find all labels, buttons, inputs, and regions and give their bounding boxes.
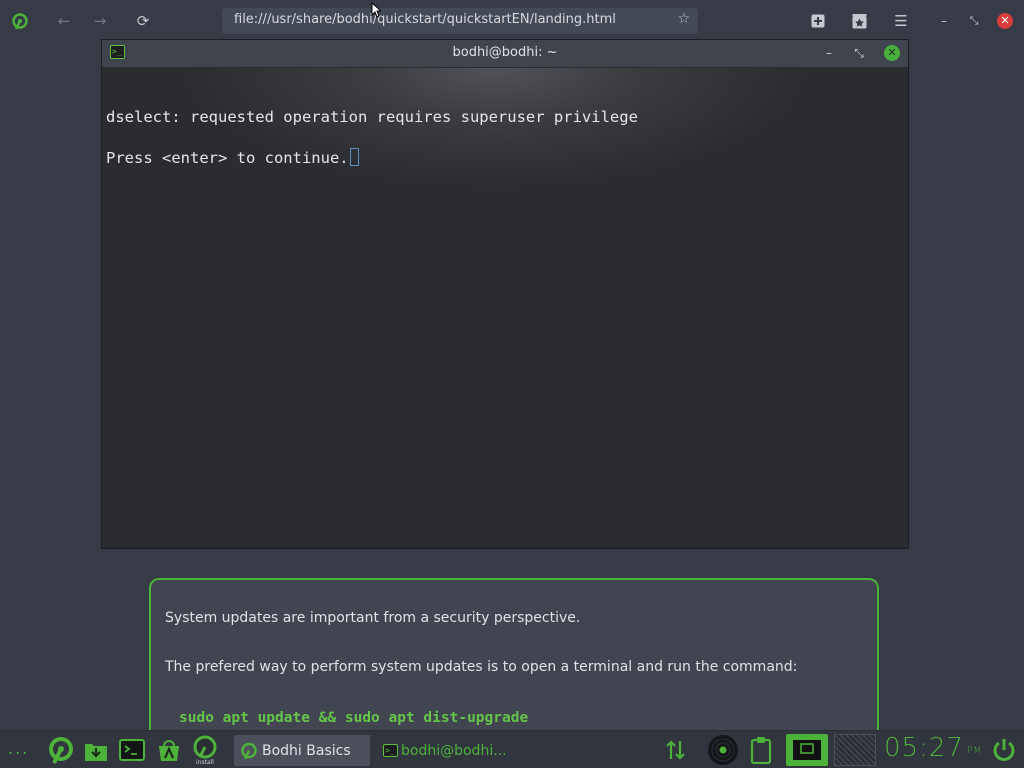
bodhi-logo-icon[interactable] bbox=[7, 8, 33, 34]
close-icon[interactable]: ✕ bbox=[884, 45, 900, 61]
terminal-window[interactable]: >_ bodhi@bodhi: ~ – ⤡ ✕ dselect: request… bbox=[101, 39, 909, 549]
card-paragraph: The prefered way to perform system updat… bbox=[165, 659, 798, 675]
clock-ampm: PM bbox=[966, 746, 983, 756]
minimize-icon[interactable]: – bbox=[821, 45, 837, 61]
install-label: install bbox=[196, 758, 214, 766]
menu-icon[interactable]: ☰ bbox=[888, 8, 914, 34]
power-icon[interactable] bbox=[990, 736, 1018, 764]
taskbar-menu-dots[interactable]: ... bbox=[8, 739, 29, 758]
reload-icon[interactable]: ⟳ bbox=[130, 8, 156, 34]
minimize-icon[interactable]: – bbox=[931, 8, 957, 34]
url-bar[interactable]: file:///usr/share/bodhi/quickstart/quick… bbox=[222, 8, 698, 34]
network-icon[interactable] bbox=[664, 737, 688, 763]
install-button[interactable]: install bbox=[190, 732, 220, 768]
bodhi-logo-icon bbox=[241, 742, 257, 760]
desktop-pager-inactive[interactable] bbox=[834, 734, 876, 766]
clock-time: 05:27 bbox=[884, 733, 964, 763]
terminal-line: Press <enter> to continue. bbox=[106, 149, 349, 167]
update-command: sudo apt update && sudo apt dist-upgrade bbox=[179, 710, 529, 726]
url-text[interactable]: file:///usr/share/bodhi/quickstart/quick… bbox=[234, 12, 616, 27]
terminal-output[interactable]: dselect: requested operation requires su… bbox=[105, 68, 905, 546]
back-arrow-icon[interactable]: ← bbox=[51, 8, 77, 34]
clipboard-icon[interactable] bbox=[748, 734, 774, 766]
terminal-line: dselect: requested operation requires su… bbox=[106, 108, 638, 126]
bookmark-star-icon[interactable]: ☆ bbox=[677, 11, 690, 27]
card-paragraph: System updates are important from a secu… bbox=[165, 610, 581, 626]
terminal-titlebar[interactable]: >_ bodhi@bodhi: ~ – ⤡ ✕ bbox=[102, 40, 908, 67]
task-terminal[interactable]: >_ bodhi@bodhi... bbox=[380, 735, 520, 766]
forward-arrow-icon[interactable]: → bbox=[87, 8, 113, 34]
mouse-cursor bbox=[371, 1, 383, 22]
browser-toolbar: ← → ⟳ file:///usr/share/bodhi/quickstart… bbox=[0, 0, 1024, 42]
terminal-icon[interactable] bbox=[118, 737, 146, 763]
new-tab-icon[interactable] bbox=[805, 8, 831, 34]
bookmarks-icon[interactable] bbox=[846, 8, 872, 34]
restore-icon[interactable]: ⤡ bbox=[851, 45, 867, 61]
terminal-prompt-line: Press <enter> to continue. bbox=[106, 148, 359, 167]
task-label: Bodhi Basics bbox=[262, 742, 351, 759]
download-icon[interactable] bbox=[82, 736, 110, 764]
task-label: bodhi@bodhi... bbox=[401, 742, 507, 759]
app-store-icon[interactable] bbox=[154, 736, 184, 764]
bodhi-logo-icon[interactable] bbox=[46, 735, 76, 765]
task-bodhi-basics[interactable]: Bodhi Basics bbox=[234, 735, 370, 766]
terminal-icon: >_ bbox=[383, 744, 398, 757]
close-icon[interactable]: ✕ bbox=[997, 13, 1013, 29]
taskbar: ... install Bodhi Basics >_ bodhi@bodhi.… bbox=[0, 730, 1024, 768]
terminal-cursor bbox=[349, 148, 359, 166]
clock: 05:27 PM bbox=[884, 733, 982, 763]
desktop-pager-active[interactable] bbox=[786, 734, 828, 766]
vinyl-icon[interactable] bbox=[706, 733, 740, 767]
restore-icon[interactable]: ⤡ bbox=[961, 8, 987, 34]
terminal-title: bodhi@bodhi: ~ bbox=[452, 45, 558, 60]
